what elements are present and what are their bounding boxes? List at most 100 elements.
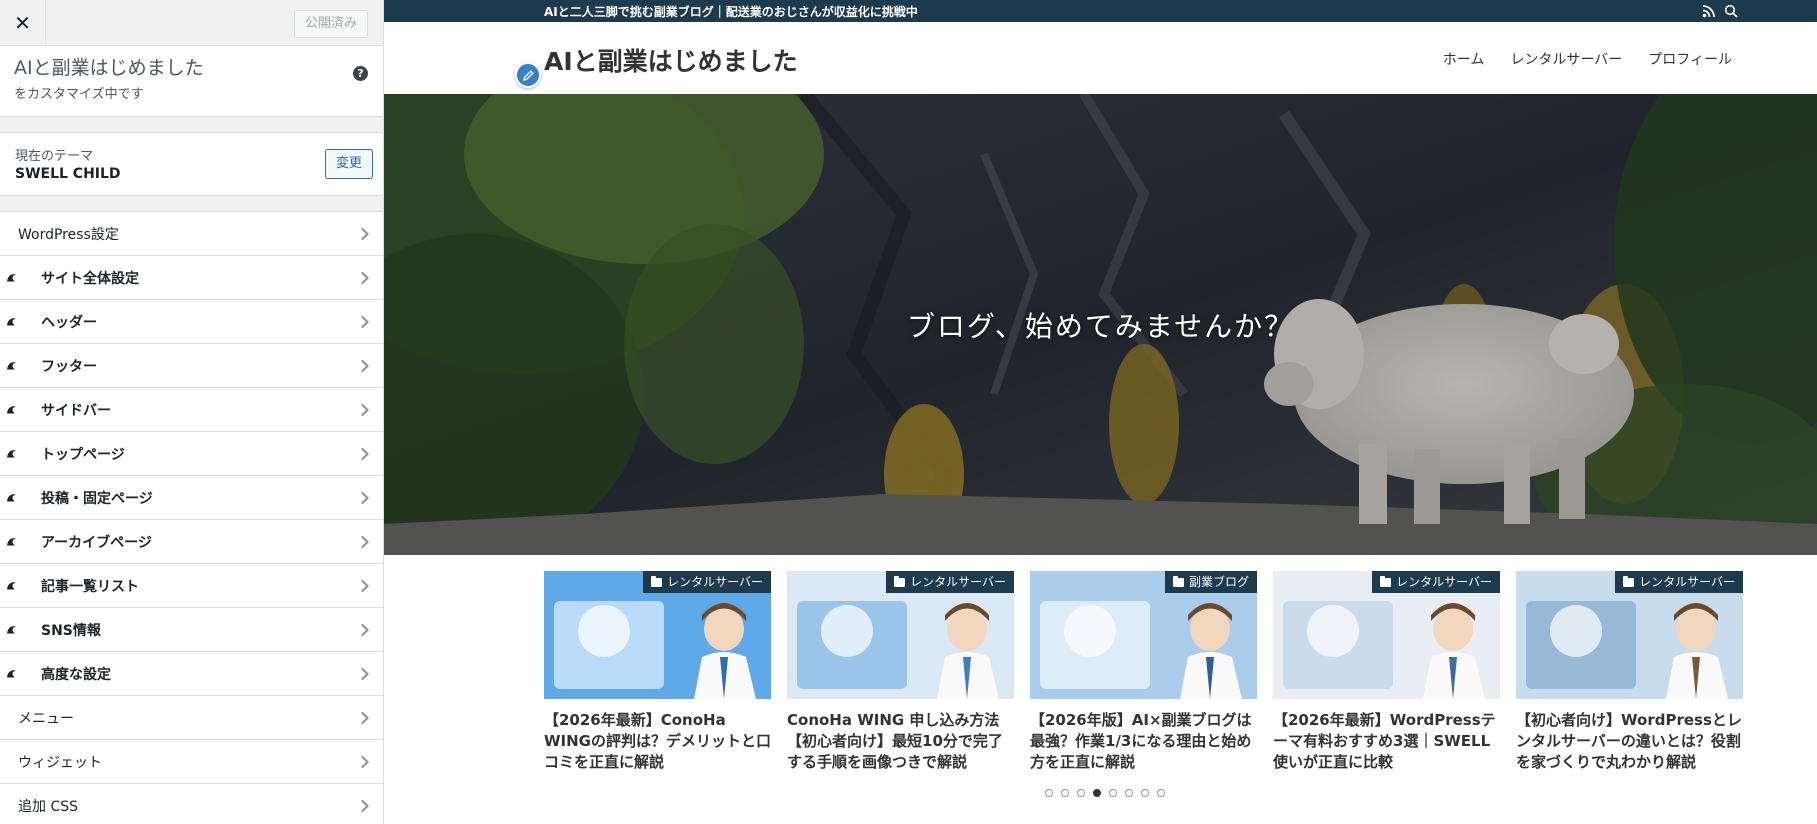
category-label: レンタルサーバー (910, 575, 1006, 589)
customizer-info: AIと副業はじめました をカスタマイズ中です ? (0, 46, 383, 117)
post-title[interactable]: 【2026年最新】WordPressテーマ有料おすすめ3選｜SWELL使いが正直… (1273, 710, 1500, 773)
chevron-right-icon (356, 535, 369, 548)
post-card[interactable]: レンタルサーバー【2026年最新】ConoHa WINGの評判は？デメリットと口… (544, 571, 771, 773)
chevron-right-icon (356, 491, 369, 504)
post-card[interactable]: レンタルサーバー ConoHa WING 申し込み方法【初心者向け】最短10分で完… (787, 571, 1014, 773)
slider-dot[interactable] (1108, 789, 1117, 797)
category-label: 副業ブログ (1188, 575, 1249, 589)
category-badge[interactable]: レンタルサーバー (1615, 571, 1743, 593)
menu-item[interactable]: メニュー (0, 696, 383, 740)
help-icon[interactable]: ? (353, 66, 368, 81)
menu-item[interactable]: 投稿・固定ページ (0, 476, 383, 520)
post-thumbnail[interactable]: レンタルサーバー (1273, 571, 1500, 699)
pencil-icon[interactable] (515, 62, 541, 88)
menu-item-label: サイト全体設定 (41, 270, 139, 287)
folder-icon (1172, 575, 1184, 587)
swell-wave-icon (7, 537, 16, 545)
category-label: レンタルサーバー (1396, 575, 1492, 589)
post-thumbnail[interactable]: 副業ブログ (1030, 571, 1257, 699)
slider-dot[interactable] (1076, 789, 1085, 797)
theme-name: SWELL CHILD (15, 166, 121, 182)
swell-wave-icon (7, 449, 16, 457)
global-nav: ホーム レンタルサーバー プロフィール (1443, 49, 1732, 69)
search-icon[interactable] (1724, 4, 1738, 18)
swell-wave-icon (7, 669, 16, 677)
swell-wave-icon (7, 581, 16, 589)
folder-icon (894, 575, 906, 587)
menu-item[interactable]: サイドバー (0, 388, 383, 432)
menu-item-label: WordPress設定 (18, 226, 119, 243)
slider-dot[interactable] (1092, 789, 1101, 797)
hero-image: ブログ、始めてみませんか？ (384, 94, 1817, 555)
category-badge[interactable]: 副業ブログ (1164, 571, 1257, 593)
site-header: AIと副業はじめました ホーム レンタルサーバー プロフィール (384, 22, 1817, 94)
menu-item-label: 投稿・固定ページ (41, 490, 153, 507)
menu-item[interactable]: フッター (0, 344, 383, 388)
folder-icon (1623, 575, 1635, 587)
post-title[interactable]: 【2026年最新】ConoHa WINGの評判は？デメリットと口コミを正直に解説 (544, 710, 771, 773)
category-badge[interactable]: レンタルサーバー (886, 571, 1014, 593)
folder-icon (651, 575, 663, 587)
menu-item-label: 追加 CSS (18, 798, 78, 815)
post-slider: レンタルサーバー【2026年最新】ConoHa WINGの評判は？デメリットと口… (544, 571, 1744, 773)
change-theme-button[interactable]: 変更 (324, 149, 373, 179)
slider-dot[interactable] (1044, 789, 1053, 797)
swell-wave-icon (7, 405, 16, 413)
nav-link[interactable]: プロフィール (1648, 49, 1732, 69)
chevron-right-icon (356, 447, 369, 460)
post-thumbnail[interactable]: レンタルサーバー (1516, 571, 1743, 699)
post-card[interactable]: レンタルサーバー【初心者向け】WordPressとレンタルサーバーの違いとは？役… (1516, 571, 1743, 773)
menu-item-label: ウィジェット (18, 754, 102, 771)
menu-item[interactable]: サイト全体設定 (0, 256, 383, 300)
site-tagline: AIと二人三脚で挑む副業ブログ｜配送業のおじさんが収益化に挑戦中 (544, 5, 918, 19)
nav-link[interactable]: レンタルサーバー (1510, 49, 1622, 69)
menu-item[interactable]: ウィジェット (0, 740, 383, 784)
chevron-right-icon (356, 315, 369, 328)
post-card[interactable]: 副業ブログ【2026年版】AI×副業ブログは最強？作業1/3になる理由と始め方を… (1030, 571, 1257, 773)
menu-item[interactable]: トップページ (0, 432, 383, 476)
top-bar: AIと二人三脚で挑む副業ブログ｜配送業のおじさんが収益化に挑戦中 (384, 0, 1817, 22)
chevron-right-icon (356, 623, 369, 636)
swell-wave-icon (7, 317, 16, 325)
menu-item-label: トップページ (41, 446, 125, 463)
site-logo[interactable]: AIと副業はじめました (544, 42, 798, 78)
folder-icon (1380, 575, 1392, 587)
category-badge[interactable]: レンタルサーバー (643, 571, 771, 593)
slider-dot[interactable] (1140, 789, 1149, 797)
menu-item[interactable]: WordPress設定 (0, 212, 383, 256)
menu-item[interactable]: 記事一覧リスト (0, 564, 383, 608)
post-title[interactable]: 【2026年版】AI×副業ブログは最強？作業1/3になる理由と始め方を正直に解説 (1030, 710, 1257, 773)
theme-section: 現在のテーマ SWELL CHILD 変更 (0, 132, 383, 196)
chevron-right-icon (356, 579, 369, 592)
publish-button[interactable]: 公開済み (293, 10, 368, 38)
menu-item[interactable]: SNS情報 (0, 608, 383, 652)
chevron-right-icon (356, 271, 369, 284)
post-thumbnail[interactable]: レンタルサーバー (544, 571, 771, 699)
chevron-right-icon (356, 711, 369, 724)
menu-item[interactable]: 追加 CSS (0, 784, 383, 824)
customizing-site-title: AIと副業はじめました (14, 57, 204, 79)
slider-dot[interactable] (1124, 789, 1133, 797)
chevron-right-icon (356, 227, 369, 240)
post-title[interactable]: ConoHa WING 申し込み方法【初心者向け】最短10分で完了する手順を画像… (787, 710, 1014, 773)
slider-pagination (384, 789, 1817, 797)
slider-dot[interactable] (1060, 789, 1069, 797)
post-title[interactable]: 【初心者向け】WordPressとレンタルサーバーの違いとは？役割を家づくりで丸… (1516, 710, 1743, 773)
post-card[interactable]: レンタルサーバー【2026年最新】WordPressテーマ有料おすすめ3選｜SW… (1273, 571, 1500, 773)
category-label: レンタルサーバー (667, 575, 763, 589)
post-thumbnail[interactable]: レンタルサーバー (787, 571, 1014, 699)
site-preview: AIと二人三脚で挑む副業ブログ｜配送業のおじさんが収益化に挑戦中 AIと副業はじ… (384, 0, 1817, 824)
menu-item[interactable]: アーカイブページ (0, 520, 383, 564)
customizer-sidebar: ✕ 公開済み AIと副業はじめました をカスタマイズ中です ? 現在のテーマ S… (0, 0, 384, 824)
hero-heading: ブログ、始めてみませんか？ (906, 310, 1295, 343)
menu-item[interactable]: 高度な設定 (0, 652, 383, 696)
rss-icon[interactable] (1702, 4, 1716, 18)
slider-dot[interactable] (1156, 789, 1165, 797)
category-badge[interactable]: レンタルサーバー (1372, 571, 1500, 593)
theme-label: 現在のテーマ (15, 149, 94, 164)
chevron-right-icon (356, 359, 369, 372)
menu-item[interactable]: ヘッダー (0, 300, 383, 344)
close-icon[interactable]: ✕ (0, 0, 46, 46)
menu-item-label: 記事一覧リスト (41, 578, 139, 595)
nav-link[interactable]: ホーム (1443, 49, 1485, 69)
